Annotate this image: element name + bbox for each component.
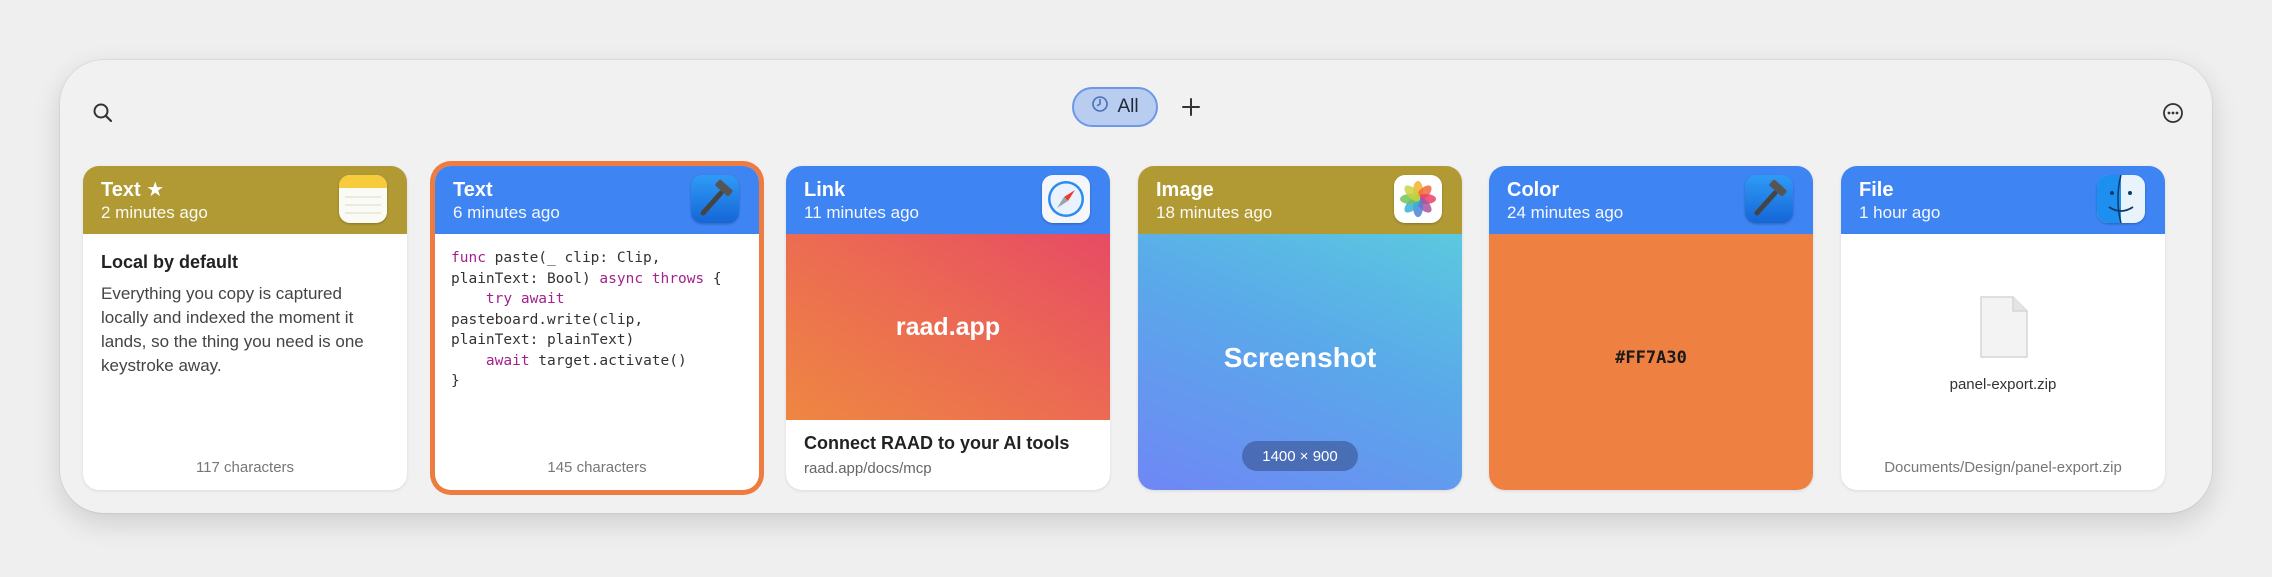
card-header: Link 11 minutes ago <box>786 166 1110 234</box>
card-header: File 1 hour ago <box>1841 166 2165 234</box>
search-icon[interactable] <box>90 100 116 126</box>
add-filter-button[interactable] <box>1178 94 1204 120</box>
file-name: panel-export.zip <box>1949 376 2057 393</box>
image-dimensions-badge: 1400 × 900 <box>1242 441 1358 471</box>
color-hex-value: #FF7A30 <box>1615 348 1687 368</box>
card-body: func paste(_ clip: Clip, plainText: Bool… <box>435 234 759 490</box>
card-body: panel-export.zip Documents/Design/panel-… <box>1841 234 2165 490</box>
clock-icon <box>1091 95 1109 119</box>
code-line: try await <box>485 291 565 307</box>
image-preview: Screenshot 1400 × 900 <box>1138 234 1462 490</box>
character-count: 117 characters <box>195 459 295 476</box>
clip-card-color[interactable]: Color 24 minutes ago #FF7A30 <box>1489 166 1813 490</box>
code-line: await target.activate() <box>485 352 687 369</box>
note-text: Everything you copy is captured locally … <box>101 284 364 375</box>
file-path: Documents/Design/panel-export.zip <box>1884 459 2122 476</box>
image-label: Screenshot <box>1223 342 1377 373</box>
character-count: 145 characters <box>547 459 647 476</box>
card-header: Text ★ 2 minutes ago <box>83 166 407 234</box>
code-line: plainText: Bool) async throws { <box>451 270 722 287</box>
zip-file-icon <box>1977 294 2031 360</box>
xcode-app-icon <box>691 175 739 223</box>
card-header: Text 6 minutes ago <box>435 166 759 234</box>
card-body: Local by default Everything you copy is … <box>83 234 407 490</box>
notes-app-icon <box>339 175 387 223</box>
link-preview-text: raad.app <box>895 312 1001 341</box>
filter-label: All <box>1117 96 1139 117</box>
card-header: Image 18 minutes ago <box>1138 166 1462 234</box>
color-swatch: #FF7A30 <box>1489 234 1813 490</box>
card-body: raad.app Connect RAAD to your AI tools r… <box>786 234 1110 490</box>
xcode-app-icon <box>1745 175 1793 223</box>
code-line: } <box>451 373 460 389</box>
filter-all-button[interactable]: All <box>1072 87 1158 127</box>
clip-card-text-note[interactable]: Text ★ 2 minutes ago Local by default Ev… <box>83 166 407 490</box>
code-line: plainText: plainText) <box>451 332 635 348</box>
safari-app-icon <box>1042 175 1090 223</box>
note-heading: Local by default <box>101 252 239 272</box>
finder-app-icon <box>2097 175 2145 223</box>
clip-card-image[interactable]: Image 18 minutes ago Screenshot 1400 × 9… <box>1138 166 1462 490</box>
code-line: pasteboard.write(clip, <box>451 311 644 328</box>
ellipsis-circle-icon[interactable] <box>2160 100 2186 126</box>
code-snippet: func paste(_ clip: Clip, plainText: Bool… <box>451 248 751 392</box>
card-header: Color 24 minutes ago <box>1489 166 1813 234</box>
link-title: Connect RAAD to your AI tools <box>804 433 1070 453</box>
clip-card-file[interactable]: File 1 hour ago panel-export.zip Documen… <box>1841 166 2165 490</box>
code-line: func paste(_ clip: Clip, <box>451 250 661 266</box>
clip-card-text-code[interactable]: Text 6 minutes ago func paste(_ clip: Cl… <box>435 166 759 490</box>
clip-card-link[interactable]: Link 11 minutes ago raad.app Connect RAA… <box>786 166 1110 490</box>
link-url: raad.app/docs/mcp <box>804 460 932 477</box>
photos-app-icon <box>1394 175 1442 223</box>
link-preview-image: raad.app <box>786 234 1110 420</box>
